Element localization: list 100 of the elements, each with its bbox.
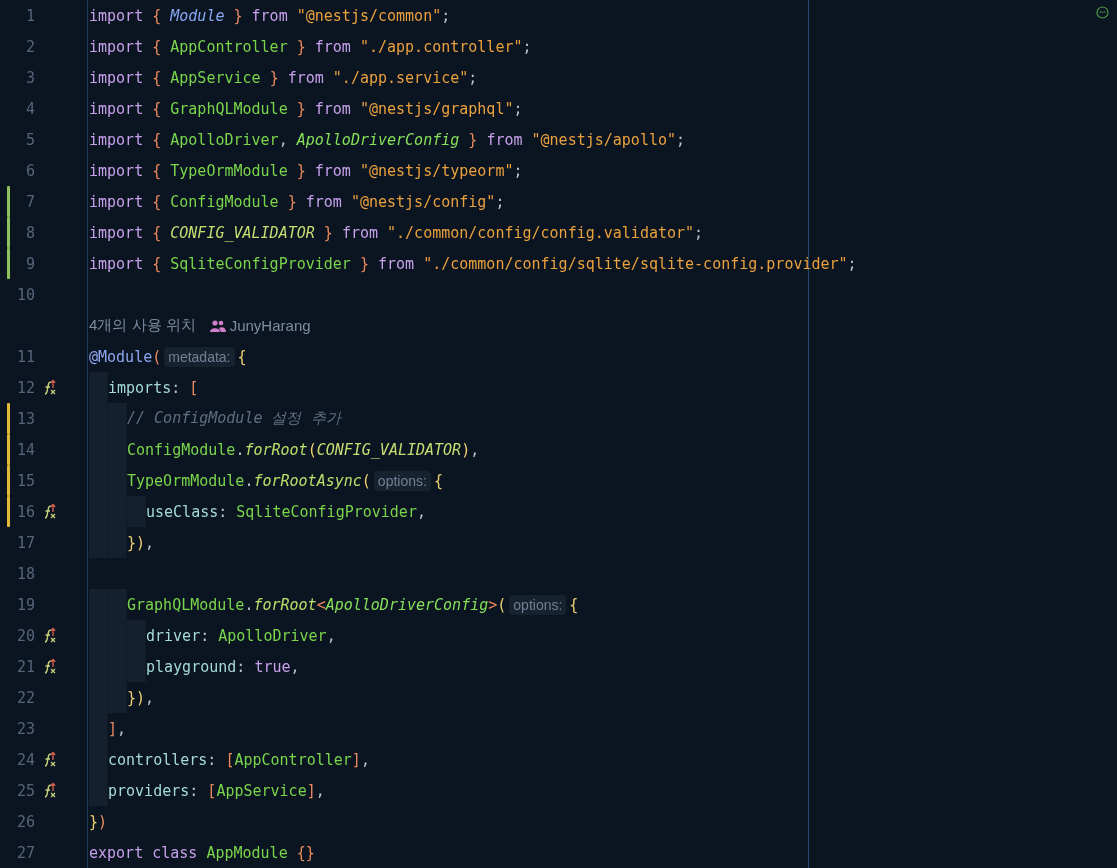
code-token: import: [89, 68, 145, 87]
code-token: AppModule: [206, 843, 289, 862]
line-number: 8: [24, 223, 35, 242]
code-token: AppController: [170, 37, 289, 56]
line-number: 18: [15, 564, 35, 583]
indent-guide: [89, 775, 108, 806]
code-token: GraphQLModule: [127, 595, 245, 614]
code-token: }: [296, 99, 307, 118]
code-token: {: [152, 254, 163, 273]
override-marker-icon[interactable]: [42, 751, 58, 768]
code-token: "@nestjs/typeorm": [359, 161, 514, 180]
code-token: ;: [513, 161, 523, 180]
code-token: .: [244, 471, 254, 490]
override-marker-icon[interactable]: [42, 503, 58, 520]
override-marker-icon[interactable]: [42, 379, 58, 396]
code-token: ;: [676, 130, 686, 149]
code-token: ,: [290, 657, 300, 676]
line-number: 5: [24, 130, 35, 149]
code-token: ;: [847, 254, 857, 273]
inlay-hint: options:: [509, 594, 567, 615]
line-number: 21: [15, 657, 35, 676]
code-token: "@nestjs/graphql": [359, 99, 514, 118]
code-token: {: [152, 37, 163, 56]
code-token: SqliteConfigProvider: [170, 254, 352, 273]
code-token: ApolloDriver: [170, 130, 279, 149]
code-token: CONFIG_VALIDATOR: [316, 440, 462, 459]
code-token: [: [207, 781, 217, 800]
code-token: }: [468, 130, 479, 149]
code-token: .: [244, 595, 254, 614]
line-number: 20: [15, 626, 35, 645]
code-token: {: [237, 347, 247, 366]
code-token: export class: [89, 843, 199, 862]
code-token: from: [287, 68, 325, 87]
line-number: 17: [15, 533, 35, 552]
code-token: TypeOrmModule: [127, 471, 245, 490]
inlay-hint: metadata:: [164, 346, 235, 367]
line-number: 6: [24, 161, 35, 180]
code-token: :: [207, 750, 218, 769]
code-token: }: [323, 223, 334, 242]
code-token: :: [218, 502, 229, 521]
code-token: import: [89, 161, 145, 180]
usages-link[interactable]: 4개의 사용 위치: [89, 316, 196, 335]
code-token: ,: [360, 750, 370, 769]
line-number: 22: [15, 688, 35, 707]
code-token: "./common/config/config.validator": [387, 223, 695, 242]
line-number: 19: [15, 595, 35, 614]
code-token: {}: [296, 843, 315, 862]
code-token: ,: [117, 719, 127, 738]
code-token: }: [296, 161, 307, 180]
code-token: ;: [495, 192, 505, 211]
status-ok-icon[interactable]: [1096, 6, 1109, 19]
code-token: }: [233, 6, 244, 25]
code-token: >: [488, 595, 498, 614]
code-token: ]: [306, 781, 316, 800]
code-token: import: [89, 254, 145, 273]
code-token: ;: [694, 223, 704, 242]
code-token: {: [152, 68, 163, 87]
code-token: }: [269, 68, 280, 87]
code-token: {: [569, 595, 579, 614]
code-token: ,: [278, 130, 289, 149]
code-token: CONFIG_VALIDATOR: [170, 223, 316, 242]
line-number: 13: [15, 409, 35, 428]
code-token: }): [127, 688, 146, 707]
code-token: from: [251, 6, 289, 25]
code-token: [: [189, 378, 199, 397]
code-token: AppService: [216, 781, 307, 800]
code-token: (: [361, 471, 371, 490]
override-marker-icon[interactable]: [42, 658, 58, 675]
code-token: forRoot: [244, 440, 308, 459]
code-token: import: [89, 223, 145, 242]
indent-guide: [89, 527, 108, 558]
code-token: SqliteConfigProvider: [236, 502, 417, 521]
override-marker-icon[interactable]: [42, 627, 58, 644]
code-token: {: [152, 99, 163, 118]
code-token: .: [235, 440, 245, 459]
code-token: AppController: [234, 750, 352, 769]
line-number: 12: [15, 378, 35, 397]
code-token: [: [225, 750, 235, 769]
line-number: 1: [24, 6, 35, 25]
code-token: from: [305, 192, 343, 211]
code-token: import: [89, 130, 145, 149]
code-token: :: [236, 657, 247, 676]
code-token: "./app.controller": [359, 37, 523, 56]
indent-guide: [89, 372, 108, 403]
code-token: ]: [351, 750, 361, 769]
author-name[interactable]: JunyHarang: [229, 317, 311, 334]
code-token: providers: [108, 781, 190, 800]
code-token: controllers: [108, 750, 208, 769]
code-token: }): [127, 533, 146, 552]
code-token: TypeOrmModule: [170, 161, 289, 180]
code-token: ;: [513, 99, 523, 118]
code-token: "@nestjs/config": [350, 192, 496, 211]
code-token: imports: [108, 378, 172, 397]
code-token: (: [152, 347, 162, 366]
code-token: ,: [145, 688, 155, 707]
override-marker-icon[interactable]: [42, 782, 58, 799]
line-number: 4: [24, 99, 35, 118]
code-token: import: [89, 192, 145, 211]
line-number: 16: [15, 502, 35, 521]
code-token: ;: [522, 37, 532, 56]
